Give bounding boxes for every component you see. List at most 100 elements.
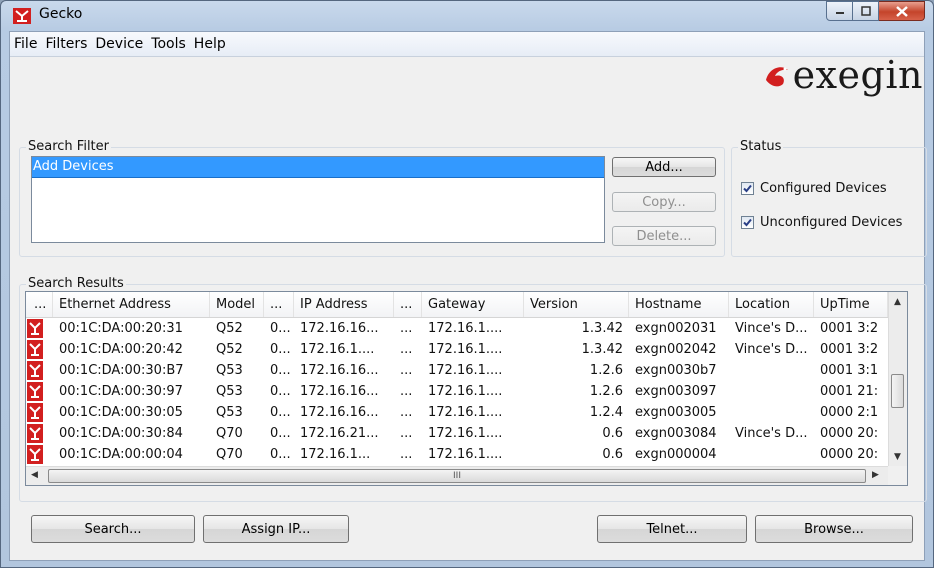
status-label: Status <box>738 139 784 154</box>
search-filter-list[interactable]: Add Devices <box>31 156 605 243</box>
window-title: Gecko <box>39 6 83 22</box>
cell-model: Q52 <box>216 342 243 357</box>
cell-version: 1.2.6 <box>589 363 623 378</box>
cell-field-3: 0... <box>270 426 291 441</box>
browse-button[interactable]: Browse... <box>755 515 913 543</box>
cell-location: Vince's D... <box>735 321 808 336</box>
scroll-down-icon[interactable]: ▼ <box>894 452 901 462</box>
cell-version: 1.2.6 <box>589 384 623 399</box>
cell-hostname: exgn0030b7 <box>635 363 717 378</box>
horizontal-scroll-thumb[interactable]: III <box>48 469 866 483</box>
table-row[interactable]: 00:1C:DA:00:30:B7 Q53 0... 172.16.16...... 1… <box>26 360 888 381</box>
menu-device[interactable]: Device <box>91 36 147 52</box>
close-button[interactable] <box>879 1 925 21</box>
scroll-corner <box>888 466 907 485</box>
table-row[interactable]: 00:1C:DA:00:30:97 Q53 0... 172.16.16...... 1… <box>26 381 888 402</box>
cell-hostname: exgn003084 <box>635 426 717 441</box>
vertical-scrollbar[interactable]: ▲ ▼ <box>888 292 907 467</box>
gecko-logo-icon <box>765 67 788 87</box>
add-filter-button[interactable]: Add... <box>612 157 716 177</box>
window-controls <box>826 1 925 21</box>
logo-text: exegin <box>792 53 923 97</box>
configured-devices-checkbox[interactable]: Configured Devices <box>741 181 887 196</box>
search-results-label: Search Results <box>26 276 126 291</box>
column-header-icon[interactable]: ... <box>26 292 53 317</box>
filter-item-add-devices[interactable]: Add Devices <box>32 157 604 178</box>
cell-uptime: 0001 3:1 <box>820 363 879 378</box>
horizontal-scrollbar[interactable]: ◀ III ▶ <box>26 466 888 485</box>
cell-version: 1.2.4 <box>589 405 623 420</box>
cell-ip-address: 172.16.1.... <box>300 342 375 357</box>
column-header-version[interactable]: Version <box>524 292 629 317</box>
column-header-ethernet[interactable]: Ethernet Address <box>53 292 210 317</box>
scroll-left-icon[interactable]: ◀ <box>31 470 38 480</box>
cell-gateway: 172.16.1.... <box>428 321 503 336</box>
table-row[interactable]: 00:1C:DA:00:00:04 Q70 0... 172.16.1...... 17… <box>26 444 888 465</box>
close-icon <box>895 5 908 17</box>
cell-field-3: 0... <box>270 321 291 336</box>
column-header-model[interactable]: Model <box>210 292 264 317</box>
scroll-right-icon[interactable]: ▶ <box>872 470 879 480</box>
cell-field-5: ... <box>400 384 413 399</box>
column-header-col3[interactable]: ... <box>264 292 294 317</box>
search-results-grid[interactable]: ... Ethernet Address Model ... IP Addres… <box>25 291 908 486</box>
table-row[interactable]: 00:1C:DA:00:30:05 Q53 0... 172.16.16...... 1… <box>26 402 888 423</box>
unconfigured-device-icon <box>27 361 43 380</box>
cell-hostname: exgn003097 <box>635 384 717 399</box>
cell-model: Q70 <box>216 447 243 462</box>
cell-model: Q53 <box>216 384 243 399</box>
delete-filter-button[interactable]: Delete... <box>612 226 716 246</box>
cell-hostname: exgn003005 <box>635 405 717 420</box>
cell-version: 0.6 <box>602 426 623 441</box>
cell-version: 1.3.42 <box>581 321 623 336</box>
checkbox-checked-icon[interactable] <box>741 216 754 229</box>
copy-filter-button[interactable]: Copy... <box>612 192 716 212</box>
cell-ethernet-address: 00:1C:DA:00:30:05 <box>59 405 183 420</box>
column-header-uptime[interactable]: UpTime <box>814 292 888 317</box>
cell-field-5: ... <box>400 363 413 378</box>
cell-version: 1.3.42 <box>581 342 623 357</box>
menu-tools[interactable]: Tools <box>147 36 190 52</box>
checkbox-checked-icon[interactable] <box>741 182 754 195</box>
minimize-button[interactable] <box>826 1 853 21</box>
vertical-scroll-thumb[interactable] <box>891 374 904 408</box>
cell-uptime: 0000 2:1 <box>820 405 879 420</box>
cell-ethernet-address: 00:1C:DA:00:00:04 <box>59 447 183 462</box>
cell-gateway: 172.16.1.... <box>428 426 503 441</box>
scroll-up-icon[interactable]: ▲ <box>894 297 901 307</box>
unconfigured-device-icon <box>27 424 43 443</box>
unconfigured-device-icon <box>27 319 43 338</box>
menu-filters[interactable]: Filters <box>41 36 91 52</box>
cell-field-5: ... <box>400 405 413 420</box>
unconfigured-device-icon <box>27 382 43 401</box>
table-row[interactable]: 00:1C:DA:00:20:42 Q52 0... 172.16.1....... 1… <box>26 339 888 360</box>
column-header-gateway[interactable]: Gateway <box>422 292 524 317</box>
menu-file[interactable]: File <box>10 36 41 52</box>
cell-ip-address: 172.16.1... <box>300 447 371 462</box>
search-button[interactable]: Search... <box>31 515 195 543</box>
unconfigured-device-icon <box>27 445 43 464</box>
cell-uptime: 0000 20: <box>820 447 879 462</box>
column-header-hostname[interactable]: Hostname <box>629 292 729 317</box>
unconfigured-devices-checkbox[interactable]: Unconfigured Devices <box>741 215 902 230</box>
unconfigured-device-icon <box>27 403 43 422</box>
telnet-button[interactable]: Telnet... <box>597 515 747 543</box>
assign-ip-button[interactable]: Assign IP... <box>203 515 349 543</box>
cell-field-3: 0... <box>270 342 291 357</box>
cell-model: Q53 <box>216 363 243 378</box>
column-header-location[interactable]: Location <box>729 292 814 317</box>
cell-ethernet-address: 00:1C:DA:00:30:B7 <box>59 363 184 378</box>
status-group: Status <box>731 139 927 257</box>
cell-hostname: exgn000004 <box>635 447 717 462</box>
column-header-col5[interactable]: ... <box>394 292 422 317</box>
title-bar[interactable]: Gecko <box>1 1 933 31</box>
minimize-icon <box>835 12 844 14</box>
cell-gateway: 172.16.1.... <box>428 447 503 462</box>
column-header-ip[interactable]: IP Address <box>294 292 394 317</box>
table-row[interactable]: 00:1C:DA:00:20:31 Q52 0... 172.16.16...... 1… <box>26 318 888 339</box>
maximize-button[interactable] <box>853 1 879 21</box>
table-row[interactable]: 00:1C:DA:00:30:84 Q70 0... 172.16.21...... 1… <box>26 423 888 444</box>
cell-ethernet-address: 00:1C:DA:00:20:42 <box>59 342 183 357</box>
menu-help[interactable]: Help <box>190 36 230 52</box>
gecko-app-icon <box>13 8 31 24</box>
